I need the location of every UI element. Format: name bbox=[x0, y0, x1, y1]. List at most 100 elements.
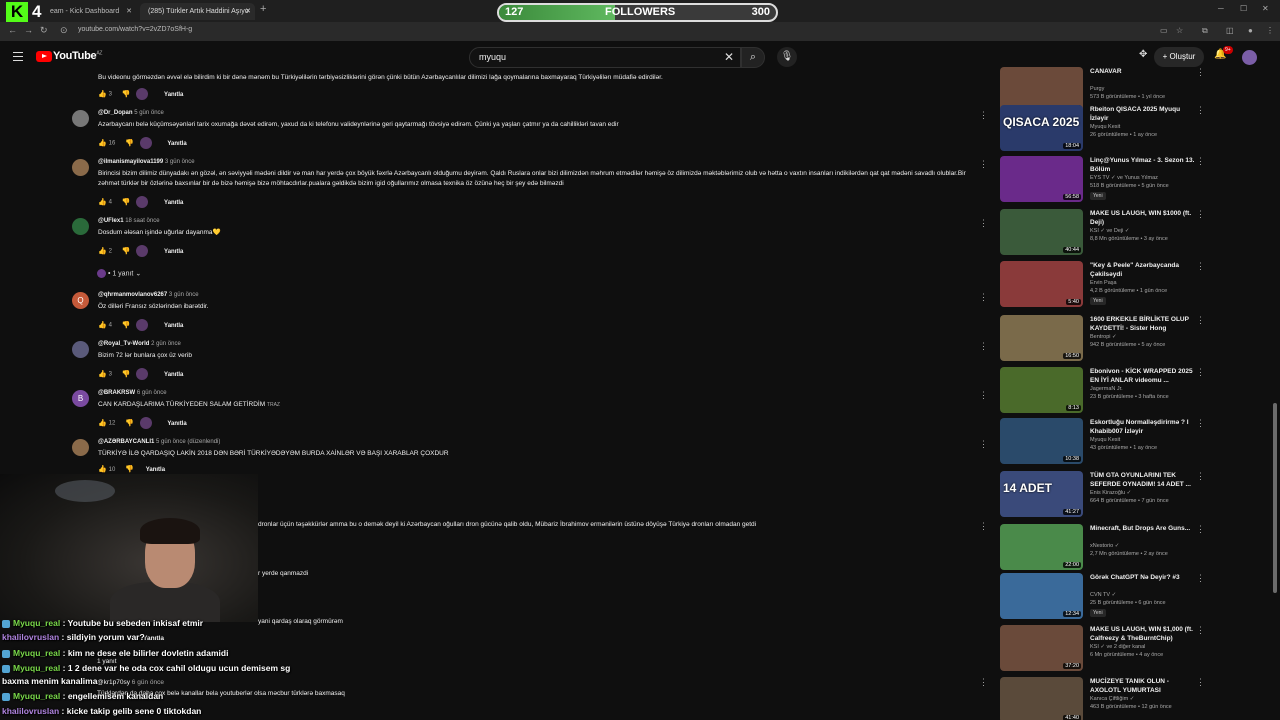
video-title[interactable]: 1600 ERKEKLE BİRLİKTE OLUP KAYDETTİ! - S… bbox=[1090, 315, 1195, 333]
more-options-icon[interactable]: ⋮ bbox=[1196, 209, 1204, 220]
related-video-item[interactable]: 56:58 Linç@Yunus Yılmaz - 3. Sezon 13. Bö… bbox=[1000, 156, 1204, 202]
more-options-icon[interactable]: ⋮ bbox=[1196, 418, 1204, 429]
video-thumbnail[interactable]: 41:40 bbox=[1000, 677, 1083, 720]
close-icon[interactable]: ✕ bbox=[126, 3, 132, 20]
comment-author[interactable]: @Dr_Dopan 5 gün önce bbox=[98, 110, 164, 116]
video-thumbnail[interactable]: 14 ADET 41:27 bbox=[1000, 471, 1083, 517]
related-video-item[interactable]: 40:44 MAKE US LAUGH, WIN $1000 (ft. Deji)… bbox=[1000, 209, 1204, 255]
more-options-icon[interactable]: ⋮ bbox=[979, 218, 988, 229]
reply-button[interactable]: Yanıtla bbox=[164, 249, 183, 255]
related-video-item[interactable]: 41:40 MUCİZEYE TANIK OLUN - AXOLOTL YUMUR… bbox=[1000, 677, 1204, 720]
hamburger-menu-icon[interactable] bbox=[13, 52, 23, 61]
user-avatar[interactable] bbox=[1242, 50, 1257, 65]
microphone-icon[interactable]: 🎙 bbox=[777, 47, 797, 67]
dislike-icon[interactable]: 👎 bbox=[125, 419, 134, 427]
chat-username[interactable]: Myuqu_real bbox=[13, 663, 60, 673]
extensions-icon[interactable]: ⧉ bbox=[1202, 26, 1208, 36]
url-field[interactable]: youtube.com/watch?v=2vZD7oSfH-g bbox=[78, 26, 192, 33]
video-title[interactable]: Eskortluğu Normalləşdirirmə ? I Khabib00… bbox=[1090, 418, 1195, 436]
related-video-item[interactable]: 14 ADET 41:27 TÜM GTA OYUNLARINI TEK SEFER… bbox=[1000, 471, 1204, 517]
reply-button[interactable]: Yanıtla bbox=[167, 141, 186, 147]
avatar[interactable]: Q bbox=[72, 292, 89, 309]
video-title[interactable]: CANAVAR bbox=[1090, 67, 1195, 76]
maximize-icon[interactable]: ☐ bbox=[1240, 4, 1247, 13]
close-icon[interactable]: ✕ bbox=[245, 3, 251, 20]
more-options-icon[interactable]: ⋮ bbox=[979, 677, 988, 688]
more-options-icon[interactable]: ⋮ bbox=[1196, 471, 1204, 482]
video-channel[interactable]: Ervin Paşa bbox=[1090, 280, 1117, 286]
video-channel[interactable]: Enis Kirazoğlu ✓ bbox=[1090, 490, 1131, 496]
more-options-icon[interactable]: ⋮ bbox=[979, 521, 988, 532]
video-title[interactable]: MAKE US LAUGH, WIN $1,000 (ft. Calfreezy… bbox=[1090, 625, 1195, 643]
video-title[interactable]: MUCİZEYE TANIK OLUN - AXOLOTL YUMURTASI bbox=[1090, 677, 1195, 695]
like-icon[interactable]: 👍 bbox=[98, 139, 107, 147]
dislike-icon[interactable]: 👎 bbox=[122, 247, 131, 255]
chat-username[interactable]: Myuqu_real bbox=[13, 618, 60, 628]
comment-author[interactable]: @ilmanismayilova1199 3 gün önce bbox=[98, 159, 195, 165]
show-replies-button[interactable]: • 1 yanıt ⌄ bbox=[97, 269, 141, 278]
video-channel[interactable]: EYS TV ✓ ve Yunus Yılmaz bbox=[1090, 175, 1158, 181]
dislike-icon[interactable]: 👎 bbox=[122, 90, 131, 98]
like-icon[interactable]: 👍 bbox=[98, 90, 107, 98]
more-options-icon[interactable]: ⋮ bbox=[979, 292, 988, 303]
comment-author[interactable]: @UFlex1 18 saat önce bbox=[98, 218, 160, 224]
dislike-icon[interactable]: 👎 bbox=[125, 139, 134, 147]
video-thumbnail[interactable]: 40:44 bbox=[1000, 209, 1083, 255]
video-channel[interactable]: Purgy bbox=[1090, 86, 1104, 92]
video-channel[interactable]: xNestorio ✓ bbox=[1090, 543, 1119, 549]
related-video-item[interactable]: 8:13 Ebonivon - KİCK WRAPPED 2025 EN İYİ … bbox=[1000, 367, 1204, 413]
video-title[interactable]: TÜM GTA OYUNLARINI TEK SEFERDE OYNADIM! … bbox=[1090, 471, 1195, 489]
related-video-item[interactable]: QISACA 2025 18:04 Rbeiton QISACA 2025 Myuq… bbox=[1000, 105, 1204, 151]
more-options-icon[interactable]: ⋮ bbox=[1196, 573, 1204, 584]
video-thumbnail[interactable]: QISACA 2025 18:04 bbox=[1000, 105, 1083, 151]
like-icon[interactable]: 👍 bbox=[98, 321, 107, 329]
video-title[interactable]: Görək ChatGPT Nə Deyir? #3 bbox=[1090, 573, 1195, 582]
like-icon[interactable]: 👍 bbox=[98, 370, 107, 378]
avatar[interactable]: B bbox=[72, 390, 89, 407]
avatar[interactable] bbox=[72, 218, 89, 235]
comment-author[interactable]: @Royal_Tv-World 2 gün önce bbox=[98, 341, 181, 347]
like-icon[interactable]: 👍 bbox=[98, 247, 107, 255]
comment-author[interactable]: @BRAKRSW 6 gün önce bbox=[98, 390, 167, 396]
video-channel[interactable]: KSI ✓ ve Deji ✓ bbox=[1090, 228, 1129, 234]
comment-author[interactable]: @qhrmanmovlanov6267 3 gün önce bbox=[98, 292, 199, 298]
more-options-icon[interactable]: ⋮ bbox=[979, 439, 988, 450]
minimize-icon[interactable]: ─ bbox=[1218, 4, 1224, 13]
site-info-icon[interactable]: ⊙ bbox=[60, 25, 68, 36]
more-options-icon[interactable]: ⋮ bbox=[979, 341, 988, 352]
related-video-item[interactable]: 37:20 MAKE US LAUGH, WIN $1,000 (ft. Calf… bbox=[1000, 625, 1204, 671]
video-channel[interactable]: Myuqu Kesit bbox=[1090, 437, 1120, 443]
profile-icon[interactable]: ◫ bbox=[1226, 26, 1234, 35]
reply-button[interactable]: Yanıtla bbox=[164, 200, 183, 206]
more-options-icon[interactable]: ⋮ bbox=[1196, 261, 1204, 272]
youtube-logo-icon[interactable] bbox=[36, 51, 52, 62]
youtube-logo-text[interactable]: YouTubeAZ bbox=[53, 50, 102, 62]
video-thumbnail[interactable]: 22:00 bbox=[1000, 524, 1083, 570]
related-video-item[interactable]: 10:38 Eskortluğu Normalləşdirirmə ? I Kha… bbox=[1000, 418, 1204, 464]
bookmark-star-icon[interactable]: ☆ bbox=[1176, 26, 1183, 35]
scrollbar-thumb[interactable] bbox=[1273, 403, 1277, 593]
more-options-icon[interactable]: ⋮ bbox=[1196, 677, 1204, 688]
reply-button[interactable]: Yanıtla bbox=[146, 467, 165, 473]
avatar-icon[interactable]: ● bbox=[1248, 26, 1253, 35]
more-options-icon[interactable]: ⋮ bbox=[1196, 625, 1204, 636]
dislike-icon[interactable]: 👎 bbox=[122, 321, 131, 329]
video-title[interactable]: "Key & Peele" Azərbaycanda Çəkilsəydi bbox=[1090, 261, 1195, 279]
video-title[interactable]: Rbeiton QISACA 2025 Myuqu İzləyir bbox=[1090, 105, 1195, 123]
video-channel[interactable]: CVN TV ✓ bbox=[1090, 592, 1116, 598]
dislike-icon[interactable]: 👎 bbox=[122, 370, 131, 378]
video-channel[interactable]: JagermaN Jr. bbox=[1090, 386, 1123, 392]
dislike-icon[interactable]: 👎 bbox=[122, 198, 131, 206]
video-title[interactable]: Ebonivon - KİCK WRAPPED 2025 EN İYİ ANLA… bbox=[1090, 367, 1195, 385]
tab-youtube-video[interactable]: (285) Türkler Artık Haddini Aşıyo ✕ bbox=[140, 3, 255, 20]
video-thumbnail[interactable]: 16:50 bbox=[1000, 315, 1083, 361]
close-window-icon[interactable]: ✕ bbox=[1262, 4, 1269, 13]
related-video-item[interactable]: 5:40 "Key & Peele" Azərbaycanda Çəkilsəyd… bbox=[1000, 261, 1204, 307]
more-options-icon[interactable]: ⋮ bbox=[1196, 524, 1204, 535]
related-video-item[interactable]: 12:34 Görək ChatGPT Nə Deyir? #3 CVN TV ✓ 2… bbox=[1000, 573, 1204, 619]
avatar[interactable] bbox=[72, 341, 89, 358]
video-thumbnail[interactable]: 56:58 bbox=[1000, 156, 1083, 202]
clear-search-icon[interactable]: ✕ bbox=[724, 50, 734, 64]
video-thumbnail[interactable]: 37:20 bbox=[1000, 625, 1083, 671]
search-input[interactable]: myuqu ✕ bbox=[469, 47, 741, 68]
